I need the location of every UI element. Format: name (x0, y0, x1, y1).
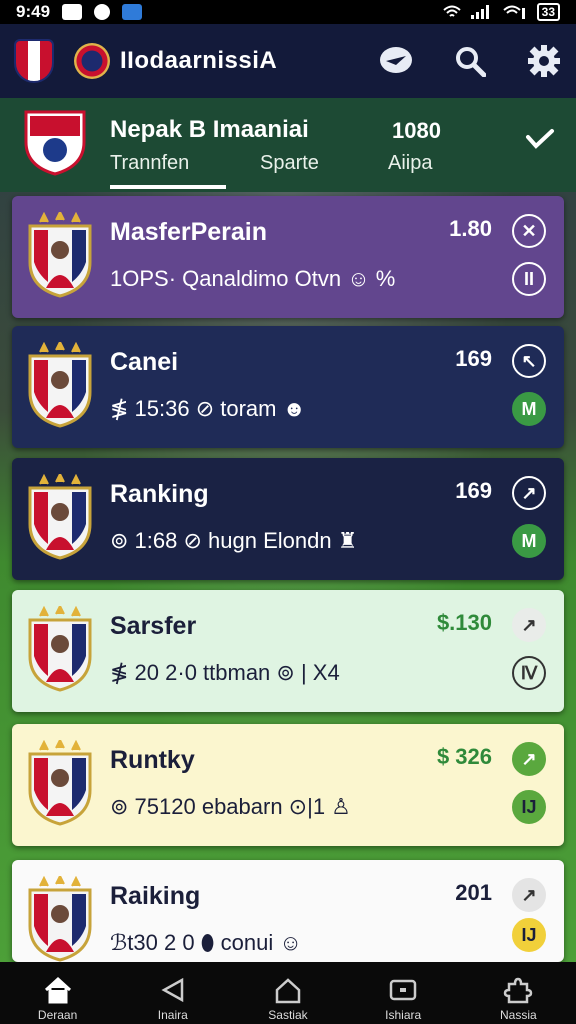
ranking-card[interactable]: Ranking ⊚ 1:68 ⊘ hugn Elondn ♜ 169 ↗ M (12, 458, 564, 580)
player-crest (28, 212, 92, 298)
app-title: IIodaarnissiA (120, 47, 278, 74)
team-crest (24, 110, 86, 176)
battery-icon: 33 (536, 3, 560, 21)
sync-notification-icon (94, 4, 111, 20)
nav-home-label: Deraan (37, 1008, 78, 1022)
player-crest (28, 474, 92, 560)
card-value: 169 (455, 346, 492, 371)
chat-icon (380, 47, 412, 73)
match-score: 1080 (392, 118, 441, 143)
ranking-card[interactable]: Raiking ℬt30 2 0 ⬮ conui ☺ 201 ↗ IJ (12, 860, 564, 962)
card-status-badge[interactable]: II (512, 262, 546, 296)
gear-icon (528, 45, 560, 77)
card-action-button[interactable]: ↗ (512, 608, 546, 642)
signal-icon (470, 5, 489, 19)
card-name: Ranking (110, 480, 209, 508)
card-status-badge[interactable]: IJ (512, 790, 546, 824)
nav-search[interactable]: Sastiak (243, 962, 333, 1024)
nav-back[interactable]: Inaira (128, 962, 218, 1024)
puzzle-icon (504, 977, 533, 1004)
card-action-button[interactable]: ↗ (512, 878, 546, 912)
ranking-card[interactable]: Canei ≸ 15:36 ⊘ toram ☻ 169 ↖ M (12, 326, 564, 448)
card-action-button[interactable]: ✕ (512, 214, 546, 248)
card-status-badge[interactable]: M (512, 392, 546, 426)
card-action-button[interactable]: ↗ (512, 476, 546, 510)
card-meta: ≸ 20 2·0 ttbman ⊚ | X4 (110, 660, 340, 685)
card-name: Raiking (110, 882, 201, 910)
search-icon (456, 47, 486, 77)
ranking-card[interactable]: MasferPerain 1OPS· Qanaldimo Otvn ☺ % 1.80… (12, 196, 564, 318)
card-status-badge[interactable]: M (512, 524, 546, 558)
check-icon[interactable] (522, 122, 556, 156)
card-meta: ℬt30 2 0 ⬮ conui ☺ (110, 930, 302, 955)
nav-more-label: Nassia (500, 1008, 537, 1022)
match-header: Nepak B Imaaniai 1080 (0, 98, 576, 192)
gallery-notification-icon (62, 4, 83, 20)
app-bar: IIodaarnissiA (0, 24, 576, 98)
card-meta: ⊚ 1:68 ⊘ hugn Elondn ♜ (110, 528, 358, 553)
nav-search-label: Sastiak (268, 1008, 308, 1022)
card-value: $ 326 (436, 744, 492, 769)
player-crest (28, 606, 92, 692)
status-bar: 9:49 33 (0, 0, 576, 24)
card-name: Canei (110, 348, 179, 376)
card-status-badge[interactable]: IJ (512, 918, 546, 952)
search-button[interactable] (452, 43, 488, 79)
card-meta: 1OPS· Qanaldimo Otvn ☺ % (110, 266, 396, 291)
status-time: 9:49 (16, 2, 51, 21)
card-action-button[interactable]: ↖ (512, 344, 546, 378)
settings-button[interactable] (526, 43, 562, 79)
league-logo[interactable] (74, 43, 110, 79)
nav-tv[interactable]: Ishiara (358, 962, 448, 1024)
wifi-signal-icon (502, 5, 525, 19)
player-crest (28, 876, 92, 962)
app-notification-icon (122, 4, 143, 20)
card-meta: ⊚ 75120 ebabarn ⊙|1 ♙ (110, 794, 351, 819)
club-logo[interactable] (14, 39, 54, 83)
bottom-navigation: Deraan Inaira Sastiak Ishiara Nassia (0, 962, 576, 1024)
back-icon (161, 977, 184, 1003)
ranking-card[interactable]: Sarsfer ≸ 20 2·0 ttbman ⊚ | X4 $.130 ↗ Ⅳ (12, 590, 564, 712)
home-icon (44, 976, 71, 1004)
card-meta: ≸ 15:36 ⊘ toram ☻ (110, 396, 306, 421)
wifi-icon (442, 5, 461, 17)
nav-back-label: Inaira (157, 1008, 188, 1022)
nav-home[interactable]: Deraan (13, 962, 103, 1024)
tab-sports[interactable]: Sparte (260, 152, 319, 175)
player-crest (28, 740, 92, 826)
tab-transfers[interactable]: Trannfen (110, 152, 189, 175)
card-status-badge[interactable]: Ⅳ (512, 656, 546, 690)
ranking-card[interactable]: Runtky ⊚ 75120 ebabarn ⊙|1 ♙ $ 326 ↗ IJ (12, 724, 564, 846)
tab-aiipa[interactable]: Aiipa (388, 152, 432, 175)
card-value: 201 (455, 880, 492, 905)
card-value: 1.80 (449, 216, 492, 241)
player-crest (28, 342, 92, 428)
card-action-button[interactable]: ↗ (512, 742, 546, 776)
card-name: Sarsfer (110, 612, 197, 640)
match-team-name: Nepak B Imaaniai (110, 116, 309, 143)
tv-icon (389, 979, 417, 1001)
house-outline-icon (275, 978, 301, 1004)
card-name: Runtky (110, 746, 195, 774)
chat-button[interactable] (378, 43, 414, 79)
card-value: $.130 (436, 610, 492, 635)
card-name: MasferPerain (110, 218, 268, 246)
card-value: 169 (455, 478, 492, 503)
nav-tv-label: Ishiara (385, 1008, 422, 1022)
nav-more[interactable]: Nassia (473, 962, 563, 1024)
active-tab-indicator (110, 185, 226, 189)
